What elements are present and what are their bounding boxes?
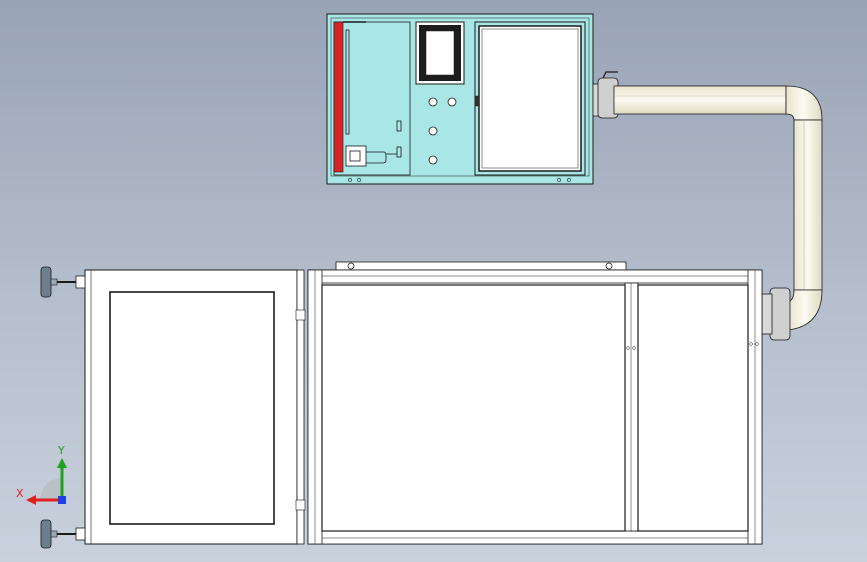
cad-drawing[interactable] [0,0,867,562]
frame-bottom-beam [307,530,763,545]
panel-window [478,25,582,172]
main-cabinet[interactable] [84,261,763,545]
pipe-flange-bottom [769,287,791,341]
pushbutton-2 [447,97,457,107]
connector-box [345,145,367,167]
coordinate-triad [26,458,67,505]
pipe-handle [602,71,618,79]
pushbutton-3 [428,126,438,136]
pipe-elbow-top [785,85,823,121]
triad-z-axis [58,496,66,504]
pipe-vertical [793,119,823,291]
frame-top-beam [307,269,763,284]
leveling-foot-top[interactable] [40,266,86,298]
triad-x-arrow-icon [26,495,36,505]
frame-middle-post [624,282,639,532]
rail-bolt-right [605,262,613,270]
rail-bolt-left [347,262,355,270]
pushbutton-1 [428,97,438,107]
main-panel-small [637,284,749,532]
triad-y-arrow-icon [57,458,67,468]
pipe-gland-bottom [761,293,773,335]
triad-x-label: X [16,487,24,500]
pipe-horizontal [613,85,787,115]
red-accent-strip [333,21,344,173]
control-panel[interactable] [326,13,594,185]
hinge-top [295,309,306,321]
cad-viewport[interactable]: Y X [0,0,867,562]
window-latch [474,95,480,107]
main-panel-large [321,284,626,532]
triad-y-label: Y [58,444,65,457]
pushbutton-4 [428,155,438,165]
top-rail [335,261,627,271]
hinge-bottom [295,499,306,511]
hmi-display [425,30,455,76]
left-door-window [109,291,275,525]
pipe-elbow-bottom [787,289,823,331]
leveling-foot-bottom[interactable] [40,519,86,549]
